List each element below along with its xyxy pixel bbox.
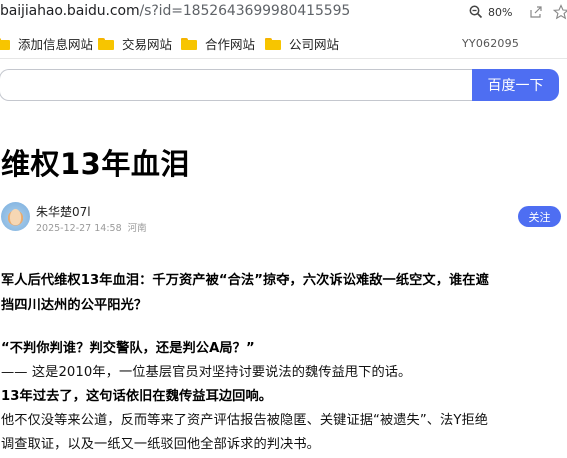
folder-icon [181,37,197,50]
body-line: 他不仅没等来公道，反而等来了资产评估报告被隐匿、关键证据“被遗失”、法Y拒绝 [1,413,489,428]
search-button[interactable]: 百度一下 [472,69,559,101]
zoom-indicator[interactable]: 80% [469,2,514,22]
favorite-icon[interactable] [553,4,567,20]
body-line: 调查取证，以及一纸又一纸驳回他全部诉求的判决书。 [1,437,320,452]
publish-location: 河南 [127,223,147,234]
article-title: 维权13年血泪 [1,147,190,181]
article-meta: 2025-12-27 14:58 河南 [36,220,147,234]
author-name[interactable]: 朱华楚07l [36,203,91,220]
address-bar[interactable]: baijiahao.baidu.com/s?id=185264369998041… [0,0,567,27]
folder-icon [98,37,114,50]
zoom-icon [469,5,483,19]
folder-icon [0,37,10,50]
bookmark-label: 添加信息网站 [18,37,94,52]
body-line: —— 这是2010年，一位基层官员对坚持讨要说法的魏传益甩下的话。 [1,365,412,380]
bookmark-item[interactable]: 公司网站 [265,34,339,53]
avatar[interactable] [1,202,30,231]
lead-line-2: 挡四川达州的公平阳光？ [1,298,148,313]
bookmark-item[interactable]: 交易网站 [98,34,172,53]
bookmark-label: 交易网站 [122,37,173,52]
zoom-level: 80% [488,5,513,19]
bookmark-label: 合作网站 [205,37,256,52]
bookmark-item[interactable]: 合作网站 [181,34,255,53]
url-host: baijiahao.baidu.com [0,3,140,19]
search-input[interactable] [0,69,473,101]
body-line-bold: 13年过去了，这句话依旧在魏传益耳边回响。 [1,389,273,404]
bookmark-label: 公司网站 [289,37,340,52]
follow-button[interactable]: 关注 [518,206,561,227]
url-text[interactable]: baijiahao.baidu.com/s?id=185264369998041… [0,3,350,19]
folder-icon [265,37,281,50]
url-path: /s?id=1852643699980415595 [139,3,351,19]
publish-date: 2025-12-27 14:58 [36,223,122,234]
lead-line-1: 军人后代维权13年血泪：千万资产被“合法”掠夺，六次诉讼难敌一纸空文，谁在遮 [1,273,489,288]
bookmark-tag: YY062095 [462,37,520,50]
bookmark-item[interactable]: 添加信息网站 [0,34,93,53]
quote-line: “不判你判谁？判交警队，还是判公A局？” [1,341,255,356]
bookmarks-bar: 添加信息网站 交易网站 合作网站 公司网站 YY062095 [0,27,567,59]
share-icon[interactable] [528,4,544,20]
search-bar: 百度一下 [0,69,559,101]
